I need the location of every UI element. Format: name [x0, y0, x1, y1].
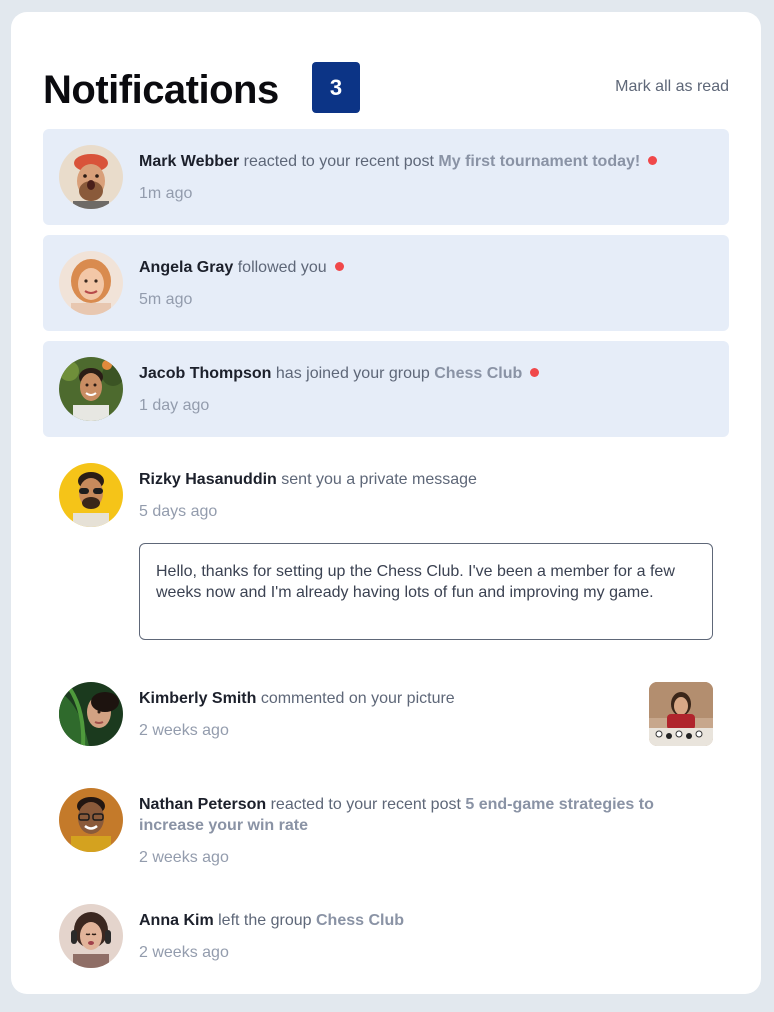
mark-all-as-read-button[interactable]: Mark all as read: [615, 78, 729, 96]
timestamp: 5m ago: [139, 291, 193, 308]
avatar[interactable]: [59, 788, 123, 852]
unread-dot: [648, 156, 658, 166]
notification-item[interactable]: Kimberly Smith commented on your picture…: [43, 666, 729, 762]
timestamp: 1m ago: [139, 185, 193, 202]
notification-text: Kimberly Smith commented on your picture: [139, 688, 619, 709]
timestamp: 2 weeks ago: [139, 722, 229, 739]
action-text: has joined your group: [275, 365, 430, 382]
notification-text: Jacob Thompson has joined your group Che…: [139, 363, 689, 384]
timestamp: 1 day ago: [139, 397, 210, 414]
notification-item[interactable]: Nathan Peterson reacted to your recent p…: [43, 772, 729, 876]
notification-text: Rizky Hasanuddin sent you a private mess…: [139, 469, 689, 490]
notification-text: Angela Gray followed you: [139, 257, 689, 278]
notification-item[interactable]: Jacob Thompson has joined your group Che…: [43, 341, 729, 437]
notification-text: Mark Webber reacted to your recent post …: [139, 151, 689, 172]
user-name-link[interactable]: Nathan Peterson: [139, 796, 266, 813]
avatar[interactable]: [59, 145, 123, 209]
timestamp: 2 weeks ago: [139, 944, 229, 961]
notification-item[interactable]: Angela Gray followed you 5m ago: [43, 235, 729, 331]
action-text: followed you: [237, 259, 327, 276]
group-link[interactable]: Chess Club: [434, 365, 522, 382]
header: Notifications 3 Mark all as read: [43, 62, 729, 114]
user-name-link[interactable]: Angela Gray: [139, 259, 233, 276]
timestamp: 5 days ago: [139, 503, 218, 520]
notifications-card: Notifications 3 Mark all as read Mark We…: [11, 12, 761, 994]
user-name-link[interactable]: Jacob Thompson: [139, 365, 271, 382]
notification-text: Anna Kim left the group Chess Club: [139, 910, 689, 931]
notification-item[interactable]: Rizky Hasanuddin sent you a private mess…: [43, 447, 729, 651]
avatar[interactable]: [59, 357, 123, 421]
action-text: reacted to your recent post: [243, 153, 434, 170]
user-name-link[interactable]: Rizky Hasanuddin: [139, 471, 277, 488]
avatar[interactable]: [59, 463, 123, 527]
action-text: commented on your picture: [260, 690, 455, 707]
unread-dot: [530, 368, 540, 378]
user-name-link[interactable]: Kimberly Smith: [139, 690, 256, 707]
user-name-link[interactable]: Anna Kim: [139, 912, 214, 929]
avatar[interactable]: [59, 251, 123, 315]
private-message-preview[interactable]: Hello, thanks for setting up the Chess C…: [139, 543, 713, 640]
notification-item[interactable]: Anna Kim left the group Chess Club 2 wee…: [43, 888, 729, 984]
unread-count-badge: 3: [312, 62, 360, 113]
commented-picture-thumbnail[interactable]: [649, 682, 713, 746]
group-link[interactable]: Chess Club: [316, 912, 404, 929]
notification-item[interactable]: Mark Webber reacted to your recent post …: [43, 129, 729, 225]
post-link[interactable]: My first tournament today!: [438, 153, 640, 170]
action-text: reacted to your recent post: [270, 796, 461, 813]
notification-text: Nathan Peterson reacted to your recent p…: [139, 794, 689, 836]
action-text: sent you a private message: [281, 471, 477, 488]
page-title: Notifications: [43, 68, 279, 112]
timestamp: 2 weeks ago: [139, 849, 229, 866]
action-text: left the group: [218, 912, 312, 929]
avatar[interactable]: [59, 904, 123, 968]
avatar[interactable]: [59, 682, 123, 746]
unread-dot: [334, 262, 344, 272]
user-name-link[interactable]: Mark Webber: [139, 153, 239, 170]
